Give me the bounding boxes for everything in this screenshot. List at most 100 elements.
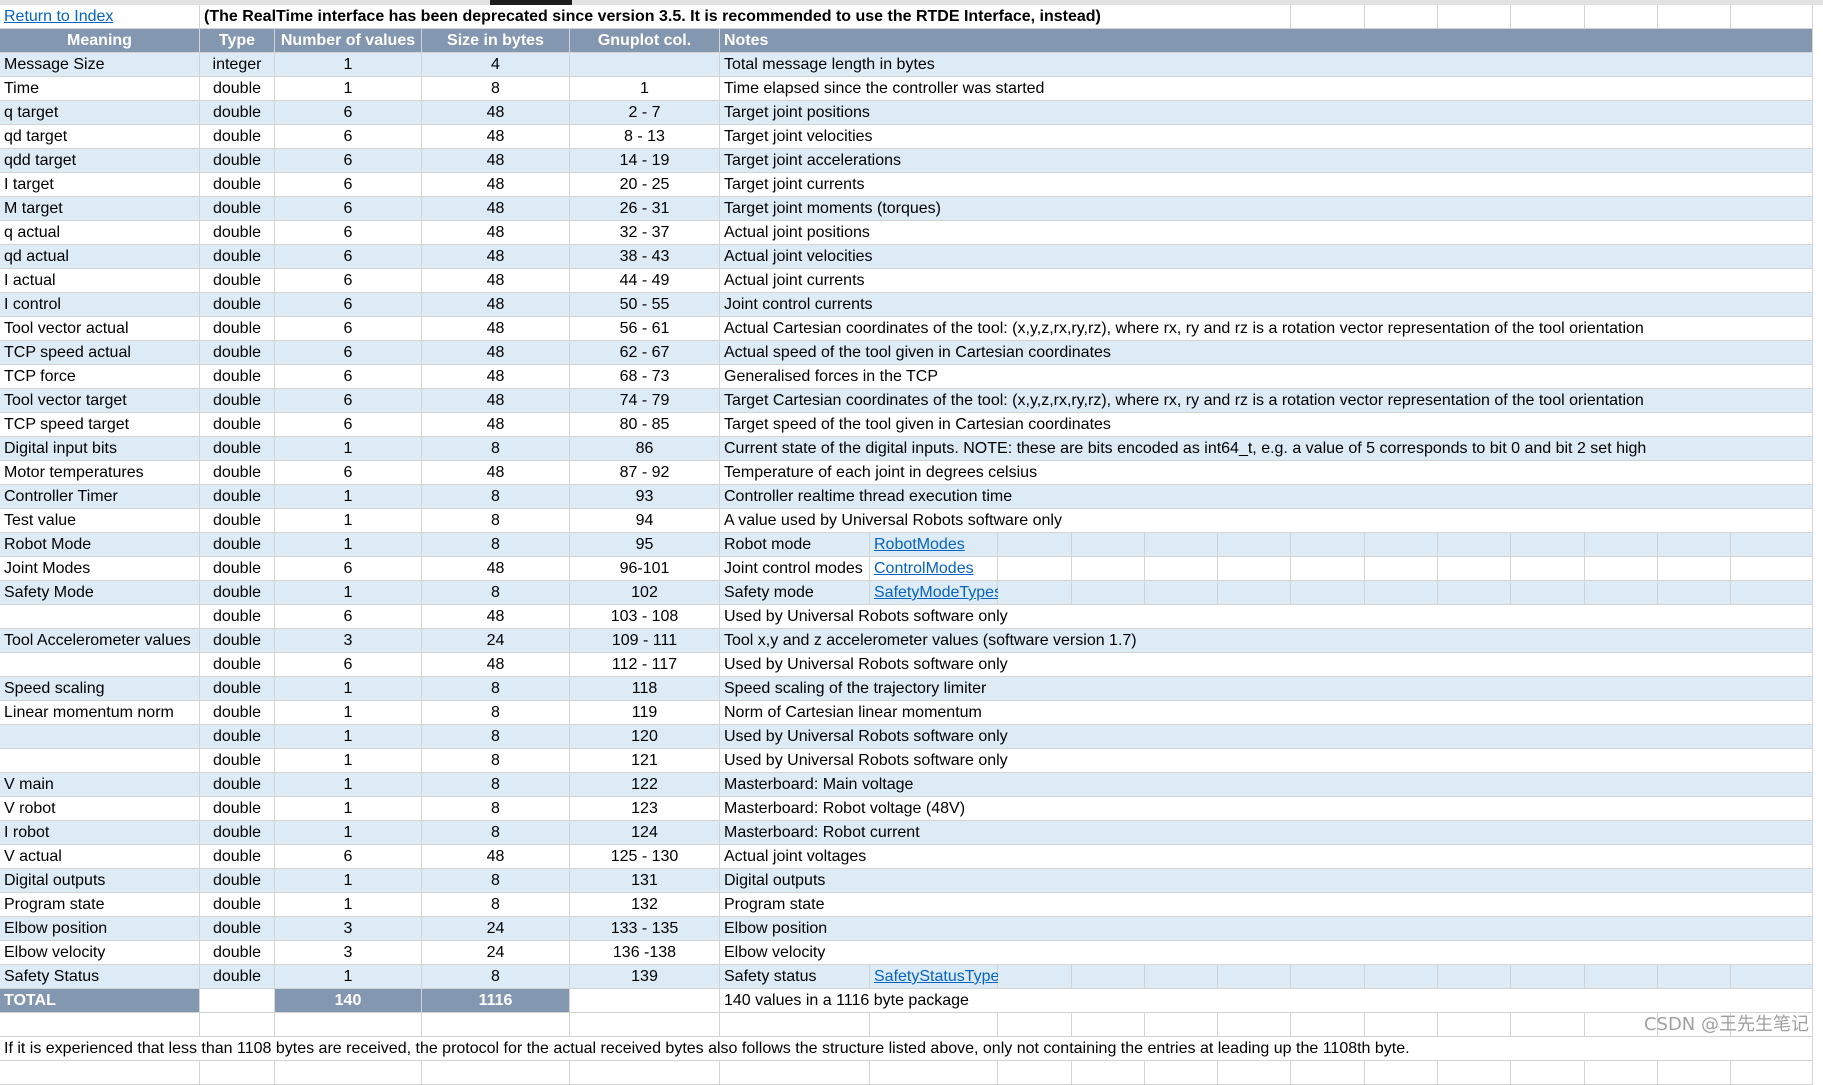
empty-cell[interactable] <box>422 1061 570 1085</box>
cell-type[interactable]: double <box>200 173 275 197</box>
cell-gnuplot-col[interactable]: 80 - 85 <box>570 413 720 437</box>
cell-meaning[interactable]: I actual <box>0 269 200 293</box>
cell-gnuplot-col[interactable] <box>570 53 720 77</box>
cell-notes[interactable]: Target joint moments (torques) <box>720 197 1813 221</box>
cell-gnuplot-col[interactable]: 94 <box>570 509 720 533</box>
empty-cell[interactable] <box>1585 5 1658 29</box>
cell-size-bytes[interactable]: 8 <box>422 725 570 749</box>
cell-meaning[interactable]: V actual <box>0 845 200 869</box>
cell-meaning[interactable]: TCP speed actual <box>0 341 200 365</box>
cell-num-values[interactable]: 1 <box>275 773 422 797</box>
total-label[interactable]: TOTAL <box>0 989 200 1013</box>
cell-size-bytes[interactable]: 48 <box>422 653 570 677</box>
cell-size-bytes[interactable]: 8 <box>422 749 570 773</box>
cell-gnuplot-col[interactable]: 118 <box>570 677 720 701</box>
cell-num-values[interactable]: 6 <box>275 221 422 245</box>
empty-cell[interactable] <box>998 965 1072 989</box>
cell-gnuplot-col[interactable]: 68 - 73 <box>570 365 720 389</box>
cell-gnuplot-col[interactable]: 122 <box>570 773 720 797</box>
cell-type[interactable]: double <box>200 485 275 509</box>
empty-cell[interactable] <box>1511 5 1585 29</box>
empty-cell[interactable] <box>1365 965 1438 989</box>
cell-size-bytes[interactable]: 48 <box>422 365 570 389</box>
cell-gnuplot-col[interactable]: 119 <box>570 701 720 725</box>
cell-gnuplot-col[interactable]: 132 <box>570 893 720 917</box>
cell-gnuplot-col[interactable]: 26 - 31 <box>570 197 720 221</box>
empty-cell[interactable] <box>275 1013 422 1037</box>
cell-size-bytes[interactable]: 48 <box>422 221 570 245</box>
cell-type[interactable]: double <box>200 317 275 341</box>
cell-num-values[interactable]: 6 <box>275 653 422 677</box>
cell-type[interactable]: double <box>200 773 275 797</box>
empty-cell[interactable] <box>0 1013 200 1037</box>
empty-cell[interactable] <box>1585 557 1658 581</box>
cell-num-values[interactable]: 6 <box>275 389 422 413</box>
cell-type[interactable]: double <box>200 389 275 413</box>
cell-meaning[interactable]: I robot <box>0 821 200 845</box>
cell-type[interactable]: double <box>200 869 275 893</box>
empty-cell[interactable] <box>1072 557 1145 581</box>
empty-cell[interactable] <box>1585 965 1658 989</box>
cell-meaning[interactable]: Digital outputs <box>0 869 200 893</box>
col-header-size-bytes[interactable]: Size in bytes <box>422 29 570 53</box>
empty-cell[interactable] <box>998 533 1072 557</box>
cell-gnuplot-col[interactable]: 86 <box>570 437 720 461</box>
empty-cell[interactable] <box>1072 533 1145 557</box>
cell-notes[interactable]: Used by Universal Robots software only <box>720 605 1813 629</box>
cell-num-values[interactable]: 1 <box>275 821 422 845</box>
cell-gnuplot-col[interactable]: 96-101 <box>570 557 720 581</box>
cell-size-bytes[interactable]: 48 <box>422 557 570 581</box>
cell-notes[interactable]: Actual joint velocities <box>720 245 1813 269</box>
cell-link-robotmodes[interactable]: RobotModes <box>870 533 998 557</box>
empty-cell[interactable] <box>1585 581 1658 605</box>
cell-type[interactable]: double <box>200 125 275 149</box>
empty-cell[interactable] <box>1658 581 1731 605</box>
empty-cell[interactable] <box>1291 557 1365 581</box>
cell-gnuplot-col[interactable]: 14 - 19 <box>570 149 720 173</box>
cell-notes[interactable]: Robot mode <box>720 533 870 557</box>
cell-meaning[interactable] <box>0 749 200 773</box>
empty-cell[interactable] <box>200 1061 275 1085</box>
cell-size-bytes[interactable]: 48 <box>422 293 570 317</box>
cell-meaning[interactable]: qdd target <box>0 149 200 173</box>
cell-meaning[interactable]: Linear momentum norm <box>0 701 200 725</box>
cell-num-values[interactable]: 6 <box>275 317 422 341</box>
cell-notes[interactable]: Target joint accelerations <box>720 149 1813 173</box>
cell-gnuplot-col[interactable]: 62 - 67 <box>570 341 720 365</box>
cell-meaning[interactable]: Elbow velocity <box>0 941 200 965</box>
cell-num-values[interactable]: 6 <box>275 461 422 485</box>
cell-size-bytes[interactable]: 24 <box>422 629 570 653</box>
cell-type[interactable]: double <box>200 701 275 725</box>
col-header-gnuplot-col[interactable]: Gnuplot col. <box>570 29 720 53</box>
cell-notes[interactable]: Time elapsed since the controller was st… <box>720 77 1813 101</box>
cell-size-bytes[interactable]: 48 <box>422 341 570 365</box>
cell-size-bytes[interactable]: 48 <box>422 413 570 437</box>
empty-cell[interactable] <box>1291 533 1365 557</box>
empty-cell[interactable] <box>422 1013 570 1037</box>
cell-meaning[interactable]: TCP speed target <box>0 413 200 437</box>
cell-gnuplot-col[interactable]: 102 <box>570 581 720 605</box>
cell-num-values[interactable]: 6 <box>275 365 422 389</box>
cell-size-bytes[interactable]: 48 <box>422 269 570 293</box>
cell-num-values[interactable]: 6 <box>275 197 422 221</box>
cell-notes[interactable]: Temperature of each joint in degrees cel… <box>720 461 1813 485</box>
cell-meaning[interactable]: Time <box>0 77 200 101</box>
cell-type[interactable]: double <box>200 845 275 869</box>
cell-meaning[interactable]: Message Size <box>0 53 200 77</box>
cell-num-values[interactable]: 6 <box>275 173 422 197</box>
cell-notes[interactable]: Masterboard: Robot current <box>720 821 1813 845</box>
return-to-index-link[interactable]: Return to Index <box>0 5 200 29</box>
cell-num-values[interactable]: 1 <box>275 749 422 773</box>
cell-num-values[interactable]: 6 <box>275 605 422 629</box>
cell-size-bytes[interactable]: 8 <box>422 437 570 461</box>
cell-notes[interactable]: Actual Cartesian coordinates of the tool… <box>720 317 1813 341</box>
cell-num-values[interactable]: 6 <box>275 245 422 269</box>
cell-type[interactable]: double <box>200 581 275 605</box>
cell-size-bytes[interactable]: 48 <box>422 149 570 173</box>
cell-type[interactable]: integer <box>200 53 275 77</box>
cell-meaning[interactable]: Robot Mode <box>0 533 200 557</box>
cell-notes[interactable]: Target joint velocities <box>720 125 1813 149</box>
cell-meaning[interactable]: qd target <box>0 125 200 149</box>
cell-notes[interactable]: Elbow position <box>720 917 1813 941</box>
cell-type[interactable]: double <box>200 461 275 485</box>
